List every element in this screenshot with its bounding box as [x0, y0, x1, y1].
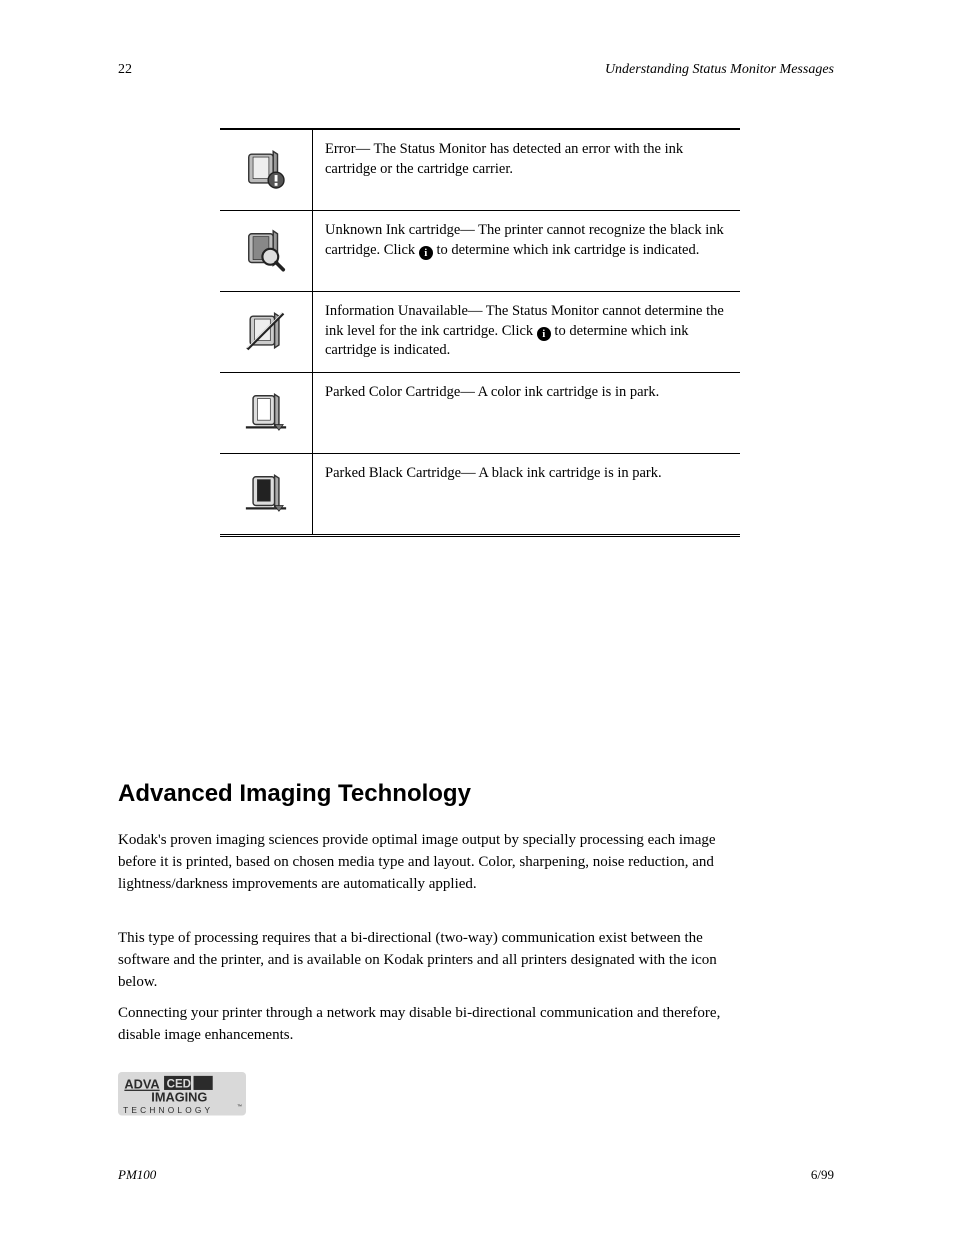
footer-model: PM100 — [118, 1167, 156, 1183]
ait-paragraph-2: This type of processing requires that a … — [118, 928, 738, 993]
row-desc: — A black ink cartridge is in park. — [461, 465, 662, 481]
table-row: Unknown Ink cartridge— The printer canno… — [220, 211, 740, 292]
row-desc-after: to determine which ink cartridge is indi… — [433, 242, 700, 258]
svg-text:IMAGING: IMAGING — [151, 1089, 207, 1104]
row-name: Unknown Ink cartridge — [325, 222, 460, 238]
row-text: Parked Black Cartridge— A black ink cart… — [313, 454, 740, 534]
section-title: Understanding Status Monitor Messages — [605, 62, 834, 78]
row-desc: — The Status Monitor has detected an err… — [325, 141, 683, 177]
row-text: Unknown Ink cartridge— The printer canno… — [313, 211, 740, 291]
svg-text:CED: CED — [167, 1078, 191, 1090]
row-text: Error— The Status Monitor has detected a… — [313, 130, 740, 210]
printer-error-icon — [220, 130, 313, 210]
footer-date: 6/99 — [811, 1167, 834, 1183]
svg-text:™: ™ — [237, 1104, 242, 1110]
row-text: Parked Color Cartridge— A color ink cart… — [313, 373, 740, 453]
info-icon[interactable]: i — [419, 246, 433, 260]
printer-magnify-icon — [220, 211, 313, 291]
printer-park-black-icon — [220, 454, 313, 534]
svg-text:TECHNOLOGY: TECHNOLOGY — [123, 1105, 213, 1115]
table-row: Information Unavailable— The Status Moni… — [220, 292, 740, 373]
printer-park-color-icon — [220, 373, 313, 453]
ait-paragraph-1: Kodak's proven imaging sciences provide … — [118, 830, 738, 895]
row-name: Error — [325, 141, 356, 157]
ait-paragraph-3: Connecting your printer through a networ… — [118, 1003, 738, 1047]
printer-unavailable-icon — [220, 292, 313, 372]
table-row: Parked Black Cartridge— A black ink cart… — [220, 454, 740, 534]
status-icons-table: Error— The Status Monitor has detected a… — [220, 128, 740, 537]
row-name: Parked Black Cartridge — [325, 465, 461, 481]
table-row: Parked Color Cartridge— A color ink cart… — [220, 373, 740, 454]
row-text: Information Unavailable— The Status Moni… — [313, 292, 740, 372]
ait-heading: Advanced Imaging Technology — [118, 780, 471, 808]
row-desc: — A color ink cartridge is in park. — [460, 384, 659, 400]
page-number: 22 — [118, 62, 132, 78]
info-icon[interactable]: i — [537, 327, 551, 341]
table-row: Error— The Status Monitor has detected a… — [220, 130, 740, 211]
advanced-imaging-technology-logo: ADVA CED IMAGING TECHNOLOGY ™ — [118, 1068, 246, 1131]
row-name: Parked Color Cartridge — [325, 384, 460, 400]
row-name: Information Unavailable — [325, 303, 468, 319]
